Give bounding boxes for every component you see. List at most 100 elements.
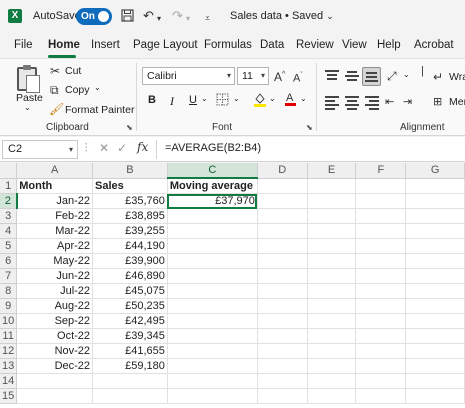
cell-c3[interactable] (167, 208, 258, 224)
cell-d1[interactable] (257, 178, 308, 194)
row-header-7[interactable]: 7 (0, 268, 18, 284)
enter-icon[interactable]: ✓ (117, 141, 127, 155)
column-header-g[interactable]: G (405, 163, 465, 179)
cell-b13[interactable]: £59,180 (92, 358, 168, 374)
column-header-b[interactable]: B (92, 163, 168, 179)
decrease-indent-icon[interactable]: ⇤ (385, 95, 394, 109)
cell-c9[interactable] (167, 298, 258, 314)
copy-icon[interactable]: ⧉ (50, 83, 59, 97)
cell-e12[interactable] (307, 343, 357, 359)
redo-icon[interactable]: ↷ (172, 9, 183, 23)
cell-e10[interactable] (307, 313, 357, 329)
cell-e15[interactable] (307, 388, 357, 404)
align-center-icon[interactable] (344, 94, 360, 110)
autosave-toggle[interactable]: On (76, 8, 112, 25)
cell-d7[interactable] (257, 268, 308, 284)
column-header-e[interactable]: E (307, 163, 357, 179)
cell-c2[interactable]: £37,970 (167, 193, 258, 209)
cell-a7[interactable]: Jun-22 (16, 268, 94, 284)
cell-g11[interactable] (405, 328, 465, 344)
cell-b7[interactable]: £46,890 (92, 268, 168, 284)
cell-g3[interactable] (405, 208, 465, 224)
cell-d13[interactable] (257, 358, 308, 374)
row-header-14[interactable]: 14 (0, 373, 18, 389)
cell-f7[interactable] (355, 268, 407, 284)
column-header-a[interactable]: A (16, 163, 94, 179)
cell-c12[interactable] (167, 343, 258, 359)
cell-e11[interactable] (307, 328, 357, 344)
cell-b3[interactable]: £38,895 (92, 208, 168, 224)
merge-center-icon[interactable]: ⊞ (433, 95, 442, 109)
cell-a14[interactable] (16, 373, 94, 389)
copy-button[interactable]: Copy (65, 84, 90, 96)
decrease-font-size-icon[interactable]: Aˇ (293, 69, 303, 86)
align-top-icon[interactable] (324, 68, 340, 84)
cell-g2[interactable] (405, 193, 465, 209)
cell-f15[interactable] (355, 388, 407, 404)
chevron-down-icon[interactable]: ⌄ (201, 94, 208, 103)
row-header-4[interactable]: 4 (0, 223, 18, 239)
clipboard-launcher-icon[interactable]: ⬊ (126, 123, 133, 132)
chevron-down-icon[interactable]: ⌄ (94, 83, 101, 92)
cell-e9[interactable] (307, 298, 357, 314)
cell-a1[interactable]: Month (16, 178, 94, 194)
merge-center-button[interactable]: Mer (449, 96, 465, 108)
cell-a3[interactable]: Feb-22 (16, 208, 94, 224)
font-name-select[interactable]: Calibri ▾ (142, 67, 235, 85)
row-header-2[interactable]: 2 (0, 193, 18, 209)
cell-f2[interactable] (355, 193, 407, 209)
cell-f13[interactable] (355, 358, 407, 374)
cell-d3[interactable] (257, 208, 308, 224)
tab-review[interactable]: Review (296, 39, 334, 51)
cell-a6[interactable]: May-22 (16, 253, 94, 269)
align-bottom-icon[interactable] (362, 67, 381, 86)
cell-d14[interactable] (257, 373, 308, 389)
cell-f1[interactable] (355, 178, 407, 194)
chevron-down-icon[interactable]: ▾ (157, 12, 161, 26)
scissors-icon[interactable]: ✂ (50, 64, 60, 78)
chevron-down-icon[interactable]: ⌄ (233, 94, 240, 103)
cell-g14[interactable] (405, 373, 465, 389)
cut-button[interactable]: Cut (65, 65, 81, 77)
row-header-3[interactable]: 3 (0, 208, 18, 224)
cell-a13[interactable]: Dec-22 (16, 358, 94, 374)
row-header-10[interactable]: 10 (0, 313, 18, 329)
orientation-icon[interactable]: ⤢ (387, 69, 397, 83)
cell-a11[interactable]: Oct-22 (16, 328, 94, 344)
cell-a10[interactable]: Sep-22 (16, 313, 94, 329)
cell-g13[interactable] (405, 358, 465, 374)
cell-f10[interactable] (355, 313, 407, 329)
align-right-icon[interactable] (364, 94, 380, 110)
cell-c15[interactable] (167, 388, 258, 404)
tab-acrobat[interactable]: Acrobat (414, 39, 454, 51)
cell-f9[interactable] (355, 298, 407, 314)
tab-home[interactable]: Home (48, 39, 80, 51)
column-header-f[interactable]: F (355, 163, 407, 179)
cell-c5[interactable] (167, 238, 258, 254)
cell-c8[interactable] (167, 283, 258, 299)
cell-b15[interactable] (92, 388, 168, 404)
cell-g15[interactable] (405, 388, 465, 404)
tab-insert[interactable]: Insert (91, 39, 120, 51)
row-header-5[interactable]: 5 (0, 238, 18, 254)
cell-g10[interactable] (405, 313, 465, 329)
cell-c11[interactable] (167, 328, 258, 344)
fill-color-icon[interactable] (253, 91, 267, 110)
save-icon[interactable] (121, 9, 134, 25)
cell-e13[interactable] (307, 358, 357, 374)
format-painter-icon[interactable]: 🖌 (49, 102, 64, 116)
customize-icon[interactable]: ⩡ (205, 11, 210, 25)
tab-formulas[interactable]: Formulas (204, 39, 252, 51)
column-header-c[interactable]: C (167, 163, 258, 179)
bold-button[interactable]: B (148, 94, 156, 106)
cell-d12[interactable] (257, 343, 308, 359)
borders-icon[interactable] (216, 93, 229, 109)
column-header-d[interactable]: D (257, 163, 308, 179)
cell-e7[interactable] (307, 268, 357, 284)
cell-e4[interactable] (307, 223, 357, 239)
chevron-down-icon[interactable]: ⌄ (269, 94, 276, 103)
cell-d15[interactable] (257, 388, 308, 404)
row-header-15[interactable]: 15 (0, 388, 18, 404)
cell-b1[interactable]: Sales (92, 178, 168, 194)
cell-f14[interactable] (355, 373, 407, 389)
